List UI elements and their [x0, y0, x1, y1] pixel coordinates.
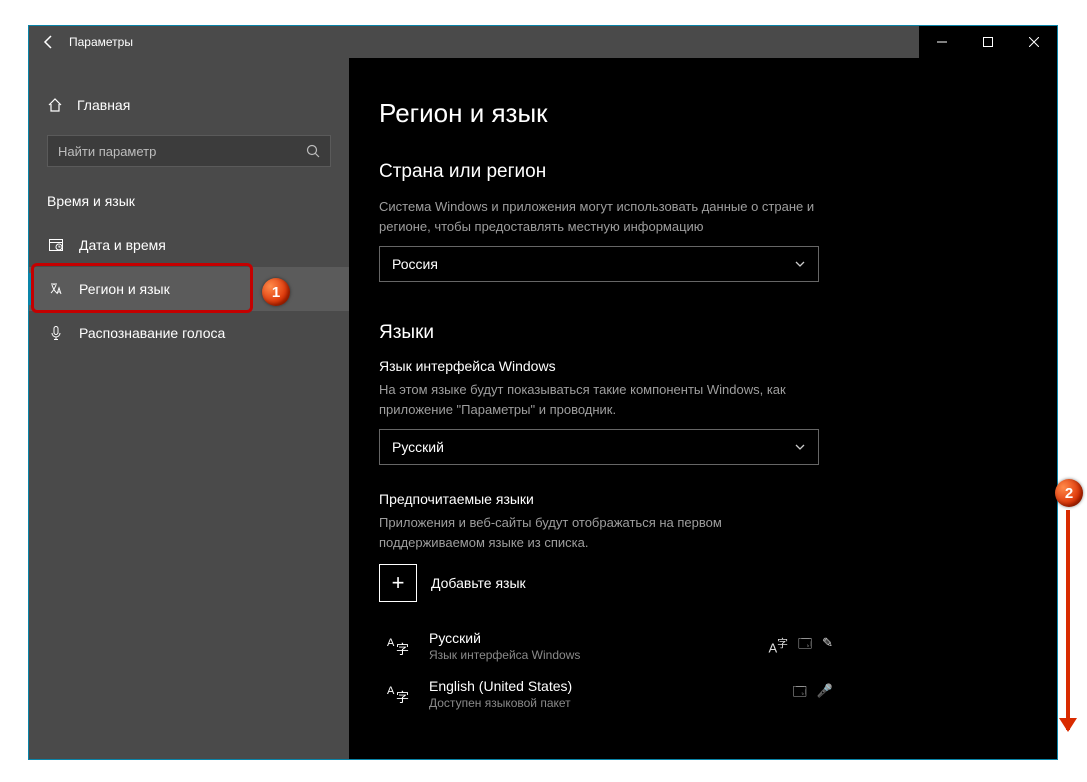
back-button[interactable]: [29, 26, 69, 58]
search-icon: [306, 144, 320, 158]
language-text: English (United States) Доступен языково…: [429, 678, 777, 710]
sidebar-item-label: Регион и язык: [79, 281, 170, 297]
arrow-left-icon: [41, 34, 57, 50]
content-pane: Регион и язык Страна или регион Система …: [349, 58, 1057, 759]
window-controls: [919, 26, 1057, 58]
minimize-button[interactable]: [919, 26, 965, 58]
language-text: Русский Язык интерфейса Windows: [429, 630, 753, 662]
language-sub: Доступен языковой пакет: [429, 696, 777, 710]
annotation-marker-1: 1: [262, 278, 290, 306]
language-name: Русский: [429, 630, 753, 646]
chevron-down-icon: [794, 258, 806, 270]
sidebar-item-region-language[interactable]: Регион и язык: [29, 267, 349, 311]
svg-text:字: 字: [396, 690, 409, 705]
page-title: Регион и язык: [379, 98, 1007, 129]
languages-heading: Языки: [379, 322, 1007, 344]
language-sub: Язык интерфейса Windows: [429, 648, 753, 662]
language-glyph-icon: A字: [383, 679, 413, 709]
handwriting-icon: ✎: [822, 635, 833, 657]
interface-lang-desc: На этом языке будут показываться такие к…: [379, 380, 819, 419]
plus-icon: +: [379, 564, 417, 602]
annotation-arrow: [1066, 510, 1070, 730]
preferred-lang-desc: Приложения и веб-сайты будут отображатьс…: [379, 513, 819, 552]
close-button[interactable]: [1011, 26, 1057, 58]
search-input[interactable]: Найти параметр: [47, 135, 331, 167]
sidebar-section-label: Время и язык: [29, 185, 349, 223]
sidebar-item-speech[interactable]: Распознавание голоса: [29, 311, 349, 355]
preferred-lang-label: Предпочитаемые языки: [379, 491, 1007, 507]
region-selected: Россия: [392, 256, 794, 272]
sidebar-item-date-time[interactable]: Дата и время: [29, 223, 349, 267]
home-label: Главная: [77, 97, 130, 113]
home-link[interactable]: Главная: [29, 83, 349, 127]
region-desc: Система Windows и приложения могут испол…: [379, 197, 819, 236]
sidebar-item-label: Распознавание голоса: [79, 325, 225, 341]
annotation-marker-2: 2: [1055, 479, 1083, 507]
svg-text:字: 字: [396, 642, 409, 657]
text-to-speech-icon: 🗔: [798, 635, 812, 657]
interface-lang-label: Язык интерфейса Windows: [379, 358, 1007, 374]
svg-text:A: A: [387, 685, 395, 697]
sidebar: Главная Найти параметр Время и язык Дата…: [29, 58, 349, 759]
search-placeholder: Найти параметр: [58, 144, 306, 159]
add-language-button[interactable]: + Добавьте язык: [379, 564, 1007, 602]
text-to-speech-icon: 🗔: [793, 683, 807, 705]
maximize-button[interactable]: [965, 26, 1011, 58]
chevron-down-icon: [794, 441, 806, 453]
speech-icon: 🎤: [817, 683, 833, 705]
calendar-clock-icon: [47, 236, 65, 254]
sidebar-item-label: Дата и время: [79, 237, 166, 253]
window-body: Главная Найти параметр Время и язык Дата…: [29, 58, 1057, 759]
title-bar: Параметры: [29, 26, 1057, 58]
display-lang-icon: A字: [769, 635, 789, 657]
language-feature-icons: 🗔 🎤: [793, 683, 1003, 705]
svg-text:A: A: [387, 637, 395, 649]
language-feature-icons: A字 🗔 ✎: [769, 635, 1004, 657]
settings-window: Параметры Главная Найти параметр: [28, 25, 1058, 760]
home-icon: [47, 97, 63, 113]
region-dropdown[interactable]: Россия: [379, 246, 819, 282]
minimize-icon: [937, 37, 947, 47]
language-item[interactable]: A字 Русский Язык интерфейса Windows A字 🗔 …: [379, 622, 1007, 670]
language-icon: [47, 280, 65, 298]
language-name: English (United States): [429, 678, 777, 694]
language-glyph-icon: A字: [383, 631, 413, 661]
close-icon: [1029, 37, 1039, 47]
language-item[interactable]: A字 English (United States) Доступен язык…: [379, 670, 1007, 718]
microphone-icon: [47, 324, 65, 342]
region-heading: Страна или регион: [379, 161, 1007, 183]
interface-lang-selected: Русский: [392, 439, 794, 455]
add-language-label: Добавьте язык: [431, 575, 526, 591]
interface-lang-dropdown[interactable]: Русский: [379, 429, 819, 465]
window-title: Параметры: [69, 35, 133, 49]
maximize-icon: [983, 37, 993, 47]
